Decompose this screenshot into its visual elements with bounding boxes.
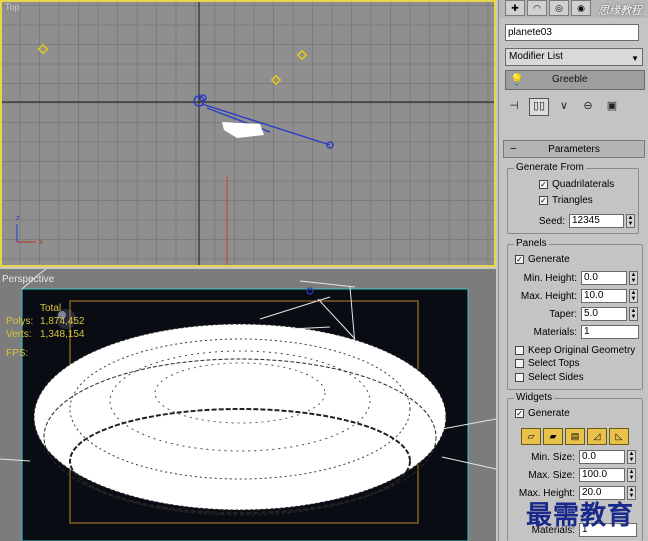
widgets-min-size-label: Min. Size: xyxy=(531,451,575,463)
panels-generate-label: Generate xyxy=(528,254,570,265)
svg-text:z: z xyxy=(16,215,20,222)
panels-generate-checkbox[interactable]: ✓ Generate xyxy=(515,254,570,265)
spinner-icon[interactable]: ▲ ▼ xyxy=(629,271,638,285)
panels-min-height-input[interactable]: 0.0 xyxy=(581,271,627,285)
viewport-label-perspective[interactable]: Perspective xyxy=(2,274,54,285)
remove-modifier-icon[interactable]: ⊖ xyxy=(579,99,597,115)
hierarchy-tab-icon[interactable]: ◎ xyxy=(549,0,569,16)
widgets-min-size-field: Min. Size: 0.0 ▲ ▼ xyxy=(507,450,636,464)
panels-materials-label: Materials: xyxy=(533,326,577,338)
spinner-icon[interactable]: ▲ ▼ xyxy=(629,289,638,303)
widgets-generate-label: Generate xyxy=(528,408,570,419)
modify-tab-icon[interactable]: ◠ xyxy=(527,0,547,16)
quadrilaterals-checkbox[interactable]: ✓ Quadrilaterals xyxy=(539,179,614,190)
panels-title: Panels xyxy=(514,238,549,249)
stack-toolbar: ⊣ ▯▯ ∨ ⊖ ▣ xyxy=(505,96,645,118)
spinner-icon[interactable]: ▲ ▼ xyxy=(627,468,636,482)
stats-polys-value: 1,874,452 xyxy=(40,316,85,327)
stats-verts-value: 1,348,154 xyxy=(40,329,85,340)
parameters-rollout-title: Parameters xyxy=(548,144,600,155)
widget-type-5-icon[interactable]: ◺ xyxy=(609,428,629,445)
widget-type-1-icon[interactable]: ▱ xyxy=(521,428,541,445)
top-viewport[interactable]: Top z x xyxy=(0,0,496,267)
configure-sets-icon[interactable]: ▣ xyxy=(603,99,621,115)
axis-tripod xyxy=(16,224,36,243)
watermark-text: 最需教育 xyxy=(526,501,635,531)
panels-materials-input[interactable]: 1 xyxy=(581,325,639,339)
triangles-label: Triangles xyxy=(552,195,593,206)
panels-max-height-field: Max. Height: 10.0 ▲ ▼ xyxy=(507,289,638,303)
create-tab-icon[interactable]: ✚ xyxy=(505,0,525,16)
widget-type-2-icon[interactable]: ▰ xyxy=(543,428,563,445)
site-logo: 思缘教程 xyxy=(598,5,642,17)
triangles-checkbox[interactable]: ✓ Triangles xyxy=(539,195,593,206)
spinner-icon[interactable]: ▲ ▼ xyxy=(627,450,636,464)
checkbox-icon[interactable]: ✓ xyxy=(515,255,524,264)
stats-fps-label: FPS: xyxy=(6,348,29,359)
chevron-down-icon: ▼ xyxy=(631,54,639,63)
command-panel: ✚ ◠ ◎ ◉ 思缘教程 planete03 Modifier List ▼ 💡… xyxy=(498,0,648,541)
checkbox-icon[interactable] xyxy=(515,373,524,382)
stats-total-label: Total xyxy=(40,303,62,314)
seed-field: Seed: 12345 ▲ ▼ xyxy=(507,214,635,228)
seed-label: Seed: xyxy=(538,215,565,227)
pin-stack-icon[interactable]: ⊣ xyxy=(505,99,523,115)
panels-taper-field: Taper: 5.0 ▲ ▼ xyxy=(507,307,638,321)
keep-original-checkbox[interactable]: Keep Original Geometry xyxy=(515,345,635,356)
widgets-max-size-field: Max. Size: 100.0 ▲ ▼ xyxy=(507,468,636,482)
modifier-stack-item[interactable]: 💡 Greeble xyxy=(505,70,645,90)
panels-materials-field: Materials: 1 xyxy=(507,325,639,339)
widgets-min-size-input[interactable]: 0.0 xyxy=(579,450,625,464)
stats-polys-label: Polys: xyxy=(6,316,34,327)
light-icon xyxy=(37,43,308,86)
checkbox-icon[interactable]: ✓ xyxy=(539,196,548,205)
planet-greeble-mesh xyxy=(33,323,447,516)
lightbulb-icon[interactable]: 💡 xyxy=(510,73,524,86)
widget-type-3-icon[interactable]: ▤ xyxy=(565,428,585,445)
object-name-field[interactable]: planete03 xyxy=(505,24,639,41)
panels-max-height-label: Max. Height: xyxy=(520,290,577,302)
checkbox-icon[interactable] xyxy=(515,359,524,368)
stats-verts-label: Verts: xyxy=(6,329,32,340)
keep-original-label: Keep Original Geometry xyxy=(528,345,636,356)
statistics-overlay: Total Polys: 1,874,452 Verts: 1,348,154 FP… xyxy=(6,302,85,360)
seed-input[interactable]: 12345 xyxy=(569,214,624,228)
checkbox-icon[interactable]: ✓ xyxy=(539,180,548,189)
panels-min-height-field: Min. Height: 0.0 ▲ ▼ xyxy=(507,271,638,285)
modifier-list-label: Modifier List xyxy=(509,51,563,62)
widgets-title: Widgets xyxy=(514,392,555,403)
widget-type-buttons: ▱ ▰ ▤ ◿ ◺ xyxy=(521,428,629,445)
panels-taper-input[interactable]: 5.0 xyxy=(581,307,627,321)
planet-object-top xyxy=(222,122,264,138)
svg-text:x: x xyxy=(39,239,43,246)
modifier-list-dropdown[interactable]: Modifier List ▼ xyxy=(505,48,643,66)
generate-from-title: Generate From xyxy=(514,162,586,173)
modifier-stack-item-label: Greeble xyxy=(552,74,588,85)
show-end-result-icon[interactable]: ▯▯ xyxy=(529,98,549,116)
select-sides-label: Select Sides xyxy=(528,372,584,383)
parameters-rollout-header[interactable]: − Parameters xyxy=(503,140,645,158)
camera-gizmo xyxy=(193,94,334,149)
panels-max-height-input[interactable]: 10.0 xyxy=(581,289,627,303)
make-unique-icon[interactable]: ∨ xyxy=(555,99,573,115)
perspective-viewport[interactable]: Perspective Total Polys: 1,874,452 Verts:… xyxy=(0,269,496,541)
checkbox-icon[interactable] xyxy=(515,346,524,355)
select-sides-checkbox[interactable]: Select Sides xyxy=(515,372,584,383)
max-interface: Top z x Perspective Total Polys: 1,874,4… xyxy=(0,0,648,541)
spinner-icon[interactable]: ▲ ▼ xyxy=(626,214,635,228)
widget-type-4-icon[interactable]: ◿ xyxy=(587,428,607,445)
checkbox-icon[interactable]: ✓ xyxy=(515,409,524,418)
motion-tab-icon[interactable]: ◉ xyxy=(571,0,591,16)
panels-taper-label: Taper: xyxy=(549,308,577,320)
select-tops-checkbox[interactable]: Select Tops xyxy=(515,358,580,369)
top-viewport-scene: z x xyxy=(2,2,494,265)
panels-min-height-label: Min. Height: xyxy=(523,272,577,284)
select-tops-label: Select Tops xyxy=(528,358,580,369)
widgets-max-size-label: Max. Size: xyxy=(528,469,575,481)
spinner-icon[interactable]: ▲ ▼ xyxy=(629,307,638,321)
widgets-max-size-input[interactable]: 100.0 xyxy=(579,468,625,482)
quadrilaterals-label: Quadrilaterals xyxy=(552,179,615,190)
widgets-generate-checkbox[interactable]: ✓ Generate xyxy=(515,408,570,419)
